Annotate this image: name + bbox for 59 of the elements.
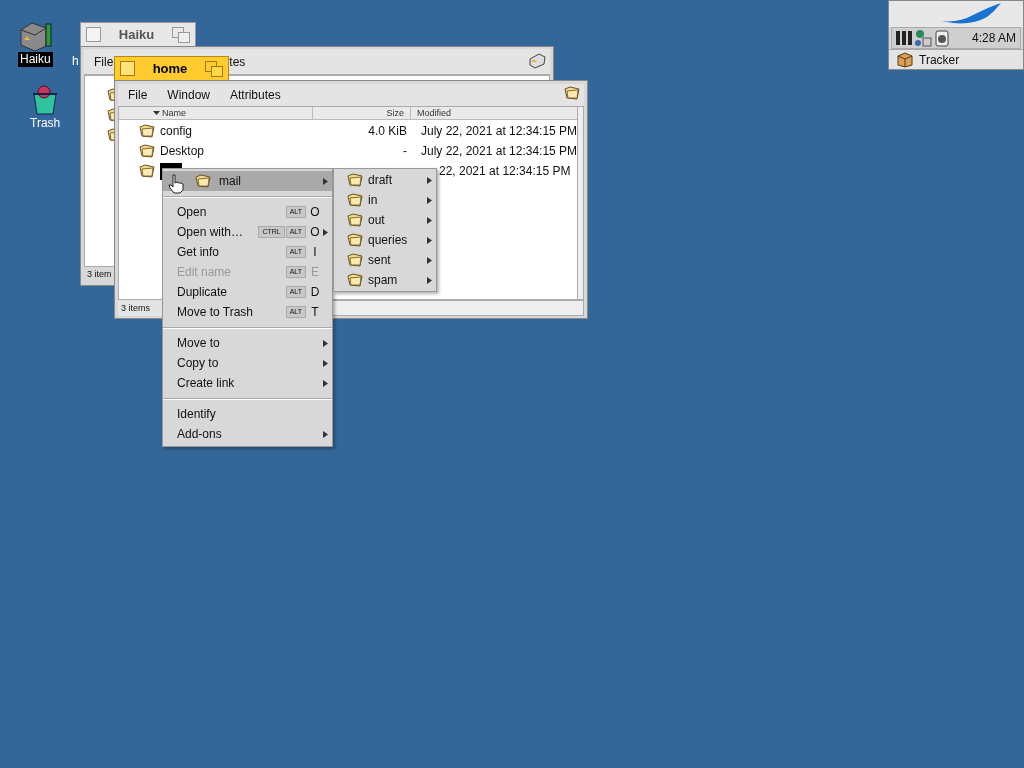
- submenu-arrow-icon: [427, 236, 432, 244]
- menu-item[interactable]: Create link: [163, 373, 332, 393]
- taskbar-item[interactable]: Tracker: [889, 49, 1023, 69]
- shortcut-key: E: [310, 263, 320, 281]
- zoom-icon[interactable]: [205, 60, 223, 77]
- icon-label[interactable]: Trash: [28, 116, 63, 131]
- menu-item[interactable]: sent: [334, 250, 436, 270]
- submenu-arrow-icon: [427, 196, 432, 204]
- network-icon[interactable]: [914, 29, 932, 47]
- column-label[interactable]: Name: [162, 107, 186, 119]
- zoom-icon[interactable]: [172, 26, 190, 43]
- window-tab[interactable]: Haiku: [80, 22, 196, 47]
- column-label[interactable]: Size: [386, 108, 404, 118]
- window-title: Haiku: [117, 25, 156, 44]
- menu-item[interactable]: queries: [334, 230, 436, 250]
- file-size: 4.0 KiB: [368, 124, 407, 138]
- shortcut-key: T: [310, 303, 320, 321]
- menu-item[interactable]: Copy to: [163, 353, 332, 373]
- window-tab[interactable]: home: [114, 56, 229, 81]
- file-size: -: [403, 144, 407, 158]
- close-button[interactable]: [120, 61, 135, 76]
- submenu-arrow-icon: [427, 256, 432, 264]
- menu-item[interactable]: spam: [334, 270, 436, 290]
- shortcut-key: O: [310, 223, 320, 241]
- close-button[interactable]: [86, 27, 101, 42]
- file-date: 22, 2021 at 12:34:15 PM: [438, 164, 571, 178]
- clock-time[interactable]: 4:28 AM: [971, 29, 1016, 47]
- submenu-arrow-icon: [427, 176, 432, 184]
- disk-icon[interactable]: [18, 20, 53, 52]
- submenu-arrow-icon: [427, 216, 432, 224]
- speaker-icon[interactable]: [934, 29, 950, 47]
- window-title: home: [151, 59, 189, 78]
- menu-title[interactable]: tes: [229, 52, 246, 71]
- menu-title[interactable]: Attributes: [230, 86, 281, 104]
- submenu-arrow-icon: [427, 276, 432, 284]
- menu-item[interactable]: Add-ons: [163, 424, 332, 444]
- menu-title[interactable]: File: [128, 86, 148, 104]
- file-name[interactable]: Desktop: [160, 142, 205, 160]
- menu-item[interactable]: Move to: [163, 333, 332, 353]
- file-date: July 22, 2021 at 12:34:15 PM: [421, 124, 578, 138]
- status-text: 3 item: [86, 268, 112, 282]
- hand-cursor-icon: [168, 174, 185, 194]
- menu-title[interactable]: File: [94, 52, 114, 71]
- shortcut-key: D: [310, 283, 320, 301]
- icon-label[interactable]: Haiku: [18, 52, 53, 67]
- vertical-scrollbar[interactable]: [578, 106, 584, 300]
- shortcut-key: O: [310, 203, 320, 221]
- menu-item[interactable]: mail: [163, 171, 332, 191]
- menu-item[interactable]: Identify: [163, 404, 332, 424]
- menu-item[interactable]: draft: [334, 170, 436, 190]
- menu-title[interactable]: Window: [167, 86, 211, 104]
- column-label[interactable]: Modified: [417, 108, 452, 118]
- menu-item[interactable]: out: [334, 210, 436, 230]
- cpu-meter-icon[interactable]: [896, 30, 912, 46]
- icon-label[interactable]: h: [72, 54, 79, 69]
- file-name[interactable]: config: [160, 122, 193, 140]
- file-date: July 22, 2021 at 12:34:15 PM: [421, 144, 578, 158]
- shortcut-key: I: [310, 243, 320, 261]
- menu-item[interactable]: in: [334, 190, 436, 210]
